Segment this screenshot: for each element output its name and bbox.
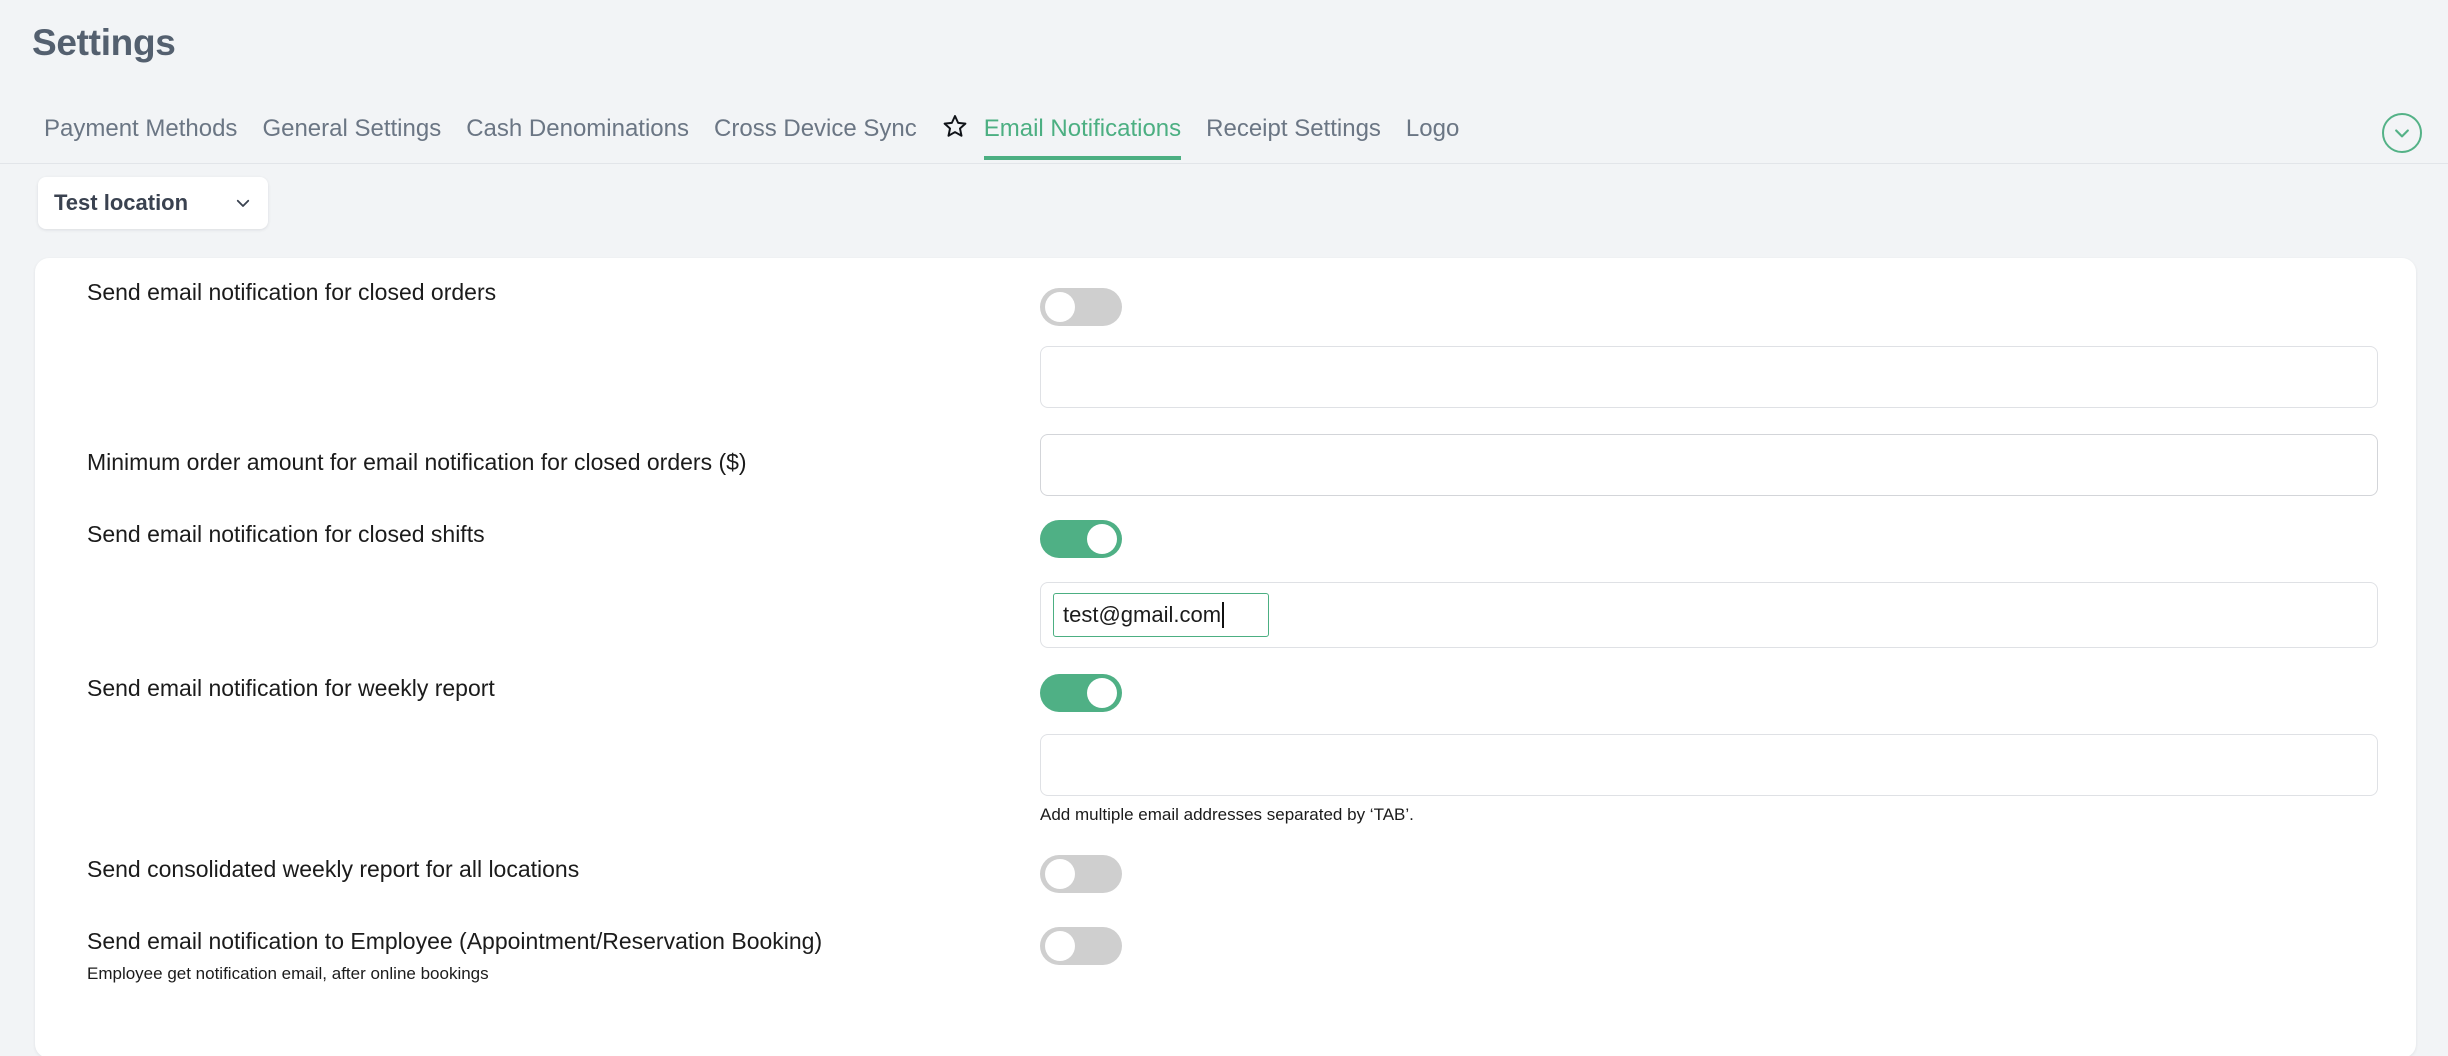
row-label: Send email notification to Employee (App… [35,927,1040,984]
row-control [1040,520,2416,558]
row-closed-orders-toggle: Send email notification for closed order… [35,258,2416,326]
weekly-report-hint: Add multiple email addresses separated b… [1040,805,2378,825]
consolidated-weekly-label: Send consolidated weekly report for all … [87,855,1020,884]
tab-list: Payment Methods General Settings Cash De… [44,108,1484,164]
row-label: Send consolidated weekly report for all … [35,855,1040,884]
row-closed-orders-emails [35,326,2416,408]
email-notifications-card: Send email notification for closed order… [35,258,2416,1056]
row-weekly-report-emails: Add multiple email addresses separated b… [35,712,2416,825]
toggle-knob [1045,859,1075,889]
employee-notification-toggle[interactable] [1040,927,1122,965]
weekly-report-toggle-label: Send email notification for weekly repor… [87,674,1020,703]
tab-email-notifications[interactable]: Email Notifications [984,108,1181,160]
tab-payment-methods[interactable]: Payment Methods [44,108,237,160]
row-control: test@gmail.com [1040,582,2416,648]
row-closed-shifts-email: test@gmail.com [35,558,2416,648]
row-label: Send email notification for closed order… [35,278,1040,307]
toggle-knob [1087,678,1117,708]
minimum-order-amount-input[interactable] [1040,434,2378,496]
row-label: Minimum order amount for email notificat… [35,434,1040,477]
row-minimum-order-amount: Minimum order amount for email notificat… [35,408,2416,496]
tab-receipt-settings[interactable]: Receipt Settings [1206,108,1381,160]
row-control [1040,346,2416,408]
tab-cross-device-sync[interactable]: Cross Device Sync [714,108,917,160]
location-select-value: Test location [54,190,234,216]
closed-orders-toggle-label: Send email notification for closed order… [87,278,1020,307]
favorite-star-icon[interactable] [942,108,968,156]
row-control [1040,855,2416,893]
closed-shifts-emails-container[interactable]: test@gmail.com [1040,582,2378,648]
employee-notification-label: Send email notification to Employee (App… [87,927,1020,956]
row-employee-notification: Send email notification to Employee (App… [35,893,2416,984]
tab-logo[interactable]: Logo [1406,108,1459,160]
tab-general-settings[interactable]: General Settings [262,108,441,160]
minimum-order-amount-label: Minimum order amount for email notificat… [87,434,1020,477]
settings-page: Settings Payment Methods General Setting… [0,0,2448,1056]
closed-shifts-toggle[interactable] [1040,520,1122,558]
employee-notification-sub: Employee get notification email, after o… [87,963,1020,984]
row-control: Add multiple email addresses separated b… [1040,734,2416,825]
toggle-knob [1045,931,1075,961]
closed-orders-emails-input[interactable] [1040,346,2378,408]
row-closed-shifts-toggle: Send email notification for closed shift… [35,496,2416,558]
tab-bar: Payment Methods General Settings Cash De… [0,108,2448,164]
row-consolidated-weekly: Send consolidated weekly report for all … [35,825,2416,893]
weekly-report-toggle[interactable] [1040,674,1122,712]
row-control [1040,927,2416,965]
closed-shifts-email-field[interactable]: test@gmail.com [1053,593,1269,637]
closed-shifts-email-value: test@gmail.com [1063,602,1221,628]
weekly-report-emails-input[interactable] [1040,734,2378,796]
tab-cash-denominations[interactable]: Cash Denominations [466,108,689,160]
row-control [1040,434,2416,496]
row-control [1040,278,2416,326]
text-caret [1222,602,1224,628]
row-weekly-report-toggle: Send email notification for weekly repor… [35,648,2416,712]
row-label: Send email notification for weekly repor… [35,674,1040,703]
row-control [1040,674,2416,712]
page-title: Settings [32,22,176,64]
toggle-knob [1045,292,1075,322]
consolidated-weekly-toggle[interactable] [1040,855,1122,893]
toggle-knob [1087,524,1117,554]
chevron-down-icon [234,194,252,212]
location-select[interactable]: Test location [38,177,268,229]
closed-orders-toggle[interactable] [1040,288,1122,326]
row-label: Send email notification for closed shift… [35,520,1040,549]
chevron-down-circle-icon[interactable] [2382,113,2422,153]
closed-shifts-toggle-label: Send email notification for closed shift… [87,520,1020,549]
